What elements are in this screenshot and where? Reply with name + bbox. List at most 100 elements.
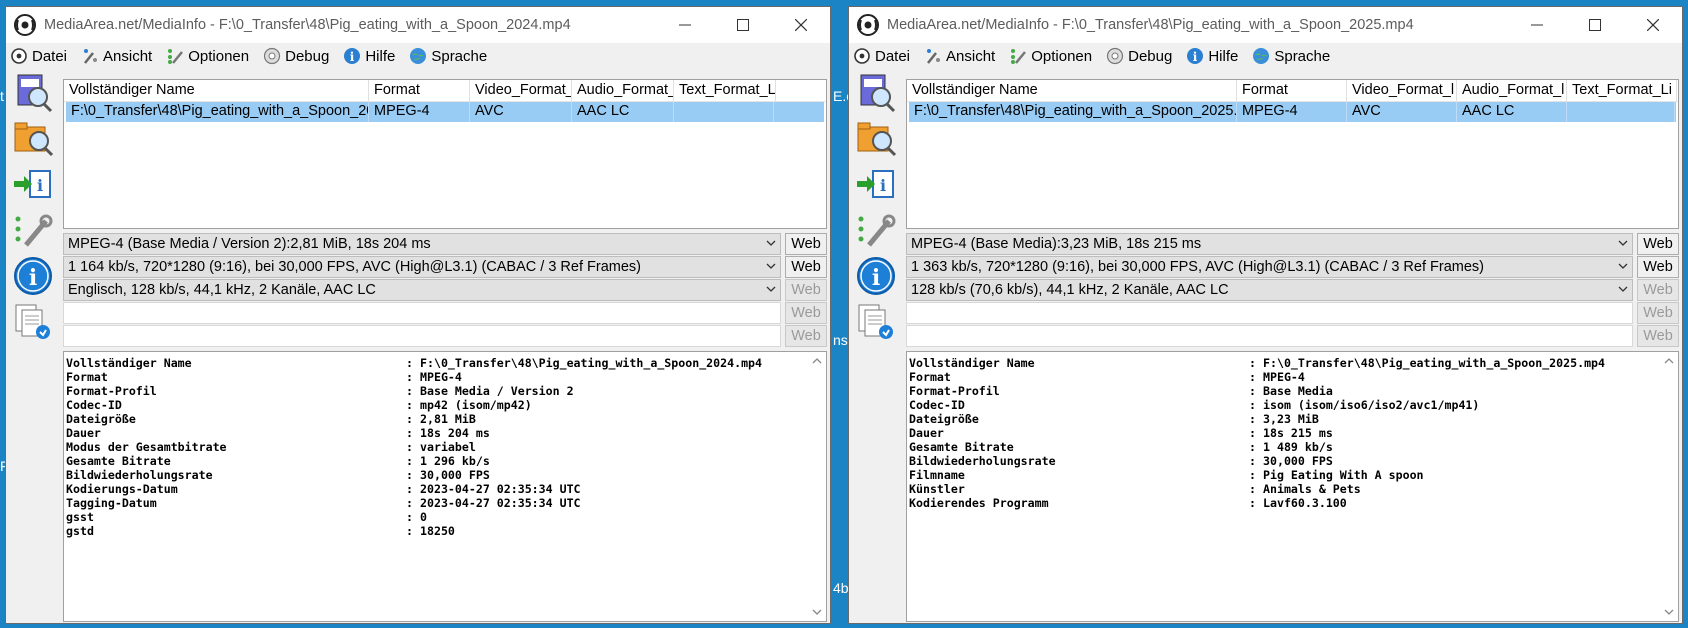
details-panel[interactable]: Vollständiger Name: F:\0_Transfer\48\Pig_… xyxy=(63,351,827,622)
web-button[interactable]: Web xyxy=(1637,256,1679,278)
web-button[interactable]: Web xyxy=(785,256,827,278)
menu-datei[interactable]: Datei xyxy=(853,47,910,65)
menu-debug[interactable]: Debug xyxy=(263,47,329,65)
export-icon[interactable]: i xyxy=(12,163,54,205)
open-folder-icon[interactable] xyxy=(855,117,897,159)
scroll-up-icon[interactable] xyxy=(812,356,822,366)
web-button[interactable]: Web xyxy=(1637,279,1679,301)
close-button[interactable] xyxy=(772,7,830,43)
detail-row: gstd:18250 xyxy=(64,524,826,538)
title-bar[interactable]: MediaArea.net/MediaInfo - F:\0_Transfer\… xyxy=(849,7,1682,43)
open-file-icon[interactable] xyxy=(855,71,897,113)
column-header[interactable]: Vollständiger Name xyxy=(907,80,1237,101)
video-summary-combo[interactable]: 1 164 kb/s, 720*1280 (9:16), bei 30,000 … xyxy=(63,256,781,278)
web-button[interactable]: Web xyxy=(1637,325,1679,347)
menu-ansicht[interactable]: Ansicht xyxy=(924,47,995,65)
summary-row-video: 1 363 kb/s, 720*1280 (9:16), bei 30,000 … xyxy=(906,256,1679,279)
menu-debug[interactable]: Debug xyxy=(1106,47,1172,65)
column-header[interactable]: Text_Format_Li xyxy=(674,80,776,101)
details-scrollbar[interactable] xyxy=(1661,352,1678,621)
video-summary-combo[interactable]: 1 363 kb/s, 720*1280 (9:16), bei 30,000 … xyxy=(906,256,1633,278)
file-list-row[interactable]: F:\0_Transfer\48\Pig_eating_with_a_Spoon… xyxy=(66,102,824,122)
minimize-button[interactable] xyxy=(656,7,714,43)
mediainfo-logo-icon xyxy=(857,14,879,36)
detail-separator: : xyxy=(1249,370,1256,384)
web-button[interactable]: Web xyxy=(1637,233,1679,255)
title-bar[interactable]: MediaArea.net/MediaInfo - F:\0_Transfer\… xyxy=(6,7,830,43)
menu-optionen[interactable]: Optionen xyxy=(166,47,249,65)
file-list-row[interactable]: F:\0_Transfer\48\Pig_eating_with_a_Spoon… xyxy=(909,102,1676,122)
detail-separator: : xyxy=(1249,468,1256,482)
menu-optionen[interactable]: Optionen xyxy=(1009,47,1092,65)
minimize-button[interactable] xyxy=(1508,7,1566,43)
text-format-cell xyxy=(674,102,774,122)
help-menu-icon: i xyxy=(1186,47,1204,65)
detail-separator: : xyxy=(406,482,413,496)
scroll-down-icon[interactable] xyxy=(812,607,822,617)
detail-key: Dateigröße xyxy=(909,412,979,426)
options-menu-icon xyxy=(166,47,184,65)
open-folder-icon[interactable] xyxy=(12,117,54,159)
summary-row-general: MPEG-4 (Base Media / Version 2):2,81 MiB… xyxy=(63,233,827,256)
audio-summary-combo[interactable]: 128 kb/s (70,6 kb/s), 44,1 kHz, 2 Kanäle… xyxy=(906,279,1633,301)
side-toolbar: i i xyxy=(6,69,62,623)
close-button[interactable] xyxy=(1624,7,1682,43)
file-list[interactable]: Vollständiger Name Format Video_Format_l… xyxy=(906,79,1679,229)
web-button[interactable]: Web xyxy=(785,325,827,347)
general-summary-combo[interactable]: MPEG-4 (Base Media / Version 2):2,81 MiB… xyxy=(63,233,781,255)
open-file-icon[interactable] xyxy=(12,71,54,113)
detail-value: 18250 xyxy=(420,524,455,538)
detail-row: Codec-ID: isom (isom/iso6/iso2/avc1/mp41) xyxy=(907,398,1678,412)
info-icon[interactable]: i xyxy=(855,255,897,297)
maximize-button[interactable] xyxy=(1566,7,1624,43)
sheet-icon[interactable] xyxy=(855,301,897,343)
menu-sprache[interactable]: Sprache xyxy=(1252,47,1330,65)
detail-key: Vollständiger Name xyxy=(909,356,1035,370)
menu-hilfe[interactable]: i Hilfe xyxy=(1186,47,1238,65)
window-title: MediaArea.net/MediaInfo - F:\0_Transfer\… xyxy=(44,17,571,33)
detail-value: F:\0_Transfer\48\Pig_eating_with_a_Spoon… xyxy=(1263,356,1606,370)
details-panel[interactable]: Vollständiger Name: F:\0_Transfer\48\Pig_… xyxy=(906,351,1679,622)
detail-separator: : xyxy=(406,510,413,524)
column-header[interactable]: Audio_Format_l xyxy=(572,80,674,101)
info-icon[interactable]: i xyxy=(12,255,54,297)
web-button[interactable]: Web xyxy=(785,279,827,301)
language-menu-icon xyxy=(1252,47,1270,65)
summary-row-general: MPEG-4 (Base Media):3,23 MiB, 18s 215 ms… xyxy=(906,233,1679,256)
scroll-up-icon[interactable] xyxy=(1664,356,1674,366)
sheet-icon[interactable] xyxy=(12,301,54,343)
detail-row: Modus der Gesamtbitrate: variabel xyxy=(64,440,826,454)
text-summary-field xyxy=(906,302,1633,324)
general-summary-combo[interactable]: MPEG-4 (Base Media):3,23 MiB, 18s 215 ms xyxy=(906,233,1633,255)
detail-separator: : xyxy=(406,426,413,440)
audio-summary-combo[interactable]: Englisch, 128 kb/s, 44,1 kHz, 2 Kanäle, … xyxy=(63,279,781,301)
file-list[interactable]: Vollständiger Name Format Video_Format_l… xyxy=(63,79,827,229)
web-button[interactable]: Web xyxy=(785,233,827,255)
detail-row: Bildwiederholungsrate:30,000 FPS xyxy=(907,454,1678,468)
menu-datei[interactable]: Datei xyxy=(10,47,67,65)
export-icon[interactable]: i xyxy=(855,163,897,205)
scroll-down-icon[interactable] xyxy=(1664,607,1674,617)
settings-icon[interactable] xyxy=(855,209,897,251)
other-summary-field xyxy=(906,325,1633,347)
column-header[interactable]: Video_Format_l xyxy=(470,80,572,101)
detail-value: 18s 215 ms xyxy=(1263,426,1333,440)
web-button[interactable]: Web xyxy=(785,302,827,324)
column-header[interactable]: Vollständiger Name xyxy=(64,80,369,101)
column-header[interactable]: Format xyxy=(369,80,470,101)
column-header[interactable]: Format xyxy=(1237,80,1347,101)
detail-separator: : xyxy=(1249,384,1256,398)
settings-icon[interactable] xyxy=(12,209,54,251)
column-header[interactable]: Video_Format_l xyxy=(1347,80,1457,101)
maximize-button[interactable] xyxy=(714,7,772,43)
menu-sprache[interactable]: Sprache xyxy=(409,47,487,65)
menu-ansicht[interactable]: Ansicht xyxy=(81,47,152,65)
menu-label: Sprache xyxy=(1274,47,1331,65)
detail-value: MPEG-4 xyxy=(1263,370,1305,384)
menu-hilfe[interactable]: i Hilfe xyxy=(343,47,395,65)
desktop-fragment: 4b xyxy=(833,580,849,596)
column-header[interactable]: Audio_Format_l xyxy=(1457,80,1567,101)
web-button[interactable]: Web xyxy=(1637,302,1679,324)
column-header[interactable]: Text_Format_Li xyxy=(1567,80,1677,101)
details-scrollbar[interactable] xyxy=(809,352,826,621)
